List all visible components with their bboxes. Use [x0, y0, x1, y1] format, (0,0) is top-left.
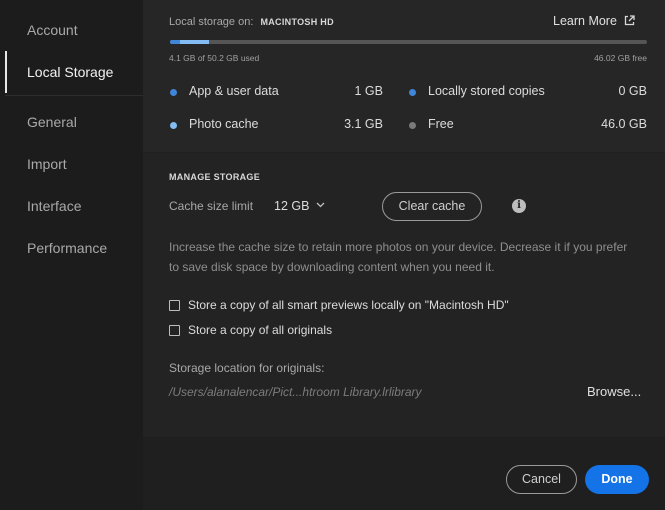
cancel-label: Cancel	[522, 472, 561, 486]
cache-size-label: Cache size limit	[169, 199, 254, 213]
sidebar-item-interface[interactable]: Interface	[0, 185, 143, 227]
external-link-icon	[625, 15, 636, 26]
sidebar-item-general[interactable]: General	[0, 101, 143, 143]
sidebar-item-label: General	[27, 114, 77, 130]
sidebar-item-label: Local Storage	[27, 64, 114, 80]
sidebar-item-import[interactable]: Import	[0, 143, 143, 185]
done-label: Done	[601, 472, 633, 486]
smart-previews-label: Store a copy of all smart previews local…	[188, 298, 509, 312]
browse-button[interactable]: Browse...	[587, 384, 641, 399]
storage-used-text: 4.1 GB of 50.2 GB used	[169, 53, 260, 63]
cache-description-line-2: to save disk space by downloading conten…	[169, 260, 495, 274]
legend-value-photo-cache: 3.1 GB	[344, 117, 383, 131]
clear-cache-label: Clear cache	[398, 199, 466, 213]
sidebar-item-label: Account	[27, 22, 78, 38]
legend-dot-photo-cache	[170, 122, 177, 129]
legend-label-photo-cache: Photo cache	[189, 117, 259, 131]
storage-free-text: 46.02 GB free	[594, 53, 647, 63]
legend-value-free: 46.0 GB	[601, 117, 647, 131]
done-button[interactable]: Done	[585, 465, 649, 494]
sidebar-item-performance[interactable]: Performance	[0, 227, 143, 269]
sidebar-item-account[interactable]: Account	[0, 9, 143, 51]
storage-bar-segment-cache	[179, 40, 210, 44]
storage-label: Local storage on: MACINTOSH HD	[169, 16, 334, 28]
legend-dot-local-copies	[409, 89, 416, 96]
legend-value-local-copies: 0 GB	[618, 84, 648, 98]
learn-more-link[interactable]: Learn More	[553, 14, 636, 28]
legend-label-free: Free	[428, 117, 454, 131]
sidebar-item-label: Performance	[27, 240, 108, 256]
info-icon[interactable]: i	[512, 199, 526, 213]
storage-label-text: Local storage on:	[169, 16, 254, 28]
sidebar-item-label: Interface	[27, 198, 82, 214]
legend-label-local-copies: Locally stored copies	[428, 84, 545, 98]
storage-location-label: Storage location for originals:	[169, 361, 325, 375]
cancel-button[interactable]: Cancel	[506, 465, 577, 494]
legend-dot-free	[409, 122, 416, 129]
learn-more-label: Learn More	[553, 14, 617, 28]
legend-value-app: 1 GB	[354, 84, 384, 98]
storage-drive-name: MACINTOSH HD	[260, 17, 334, 27]
cache-size-value: 12 GB	[274, 199, 310, 213]
manage-storage-heading: MANAGE STORAGE	[169, 172, 261, 182]
legend-label-app: App & user data	[189, 84, 279, 98]
cache-size-select[interactable]: 12 GB	[274, 199, 325, 213]
originals-checkbox[interactable]	[169, 325, 180, 336]
storage-usage-bar	[170, 40, 647, 44]
smart-previews-checkbox[interactable]	[169, 300, 180, 311]
storage-location-path: /Users/alanalencar/Pict...htroom Library…	[169, 385, 422, 399]
storage-bar-segment-app	[170, 40, 180, 44]
sidebar-item-local-storage[interactable]: Local Storage	[0, 51, 143, 93]
chevron-down-icon	[316, 202, 325, 208]
sidebar-divider	[5, 95, 143, 96]
legend-dot-app	[170, 89, 177, 96]
originals-label: Store a copy of all originals	[188, 323, 333, 337]
sidebar: Account Local Storage General Import Int…	[0, 0, 143, 510]
cache-description-line-1: Increase the cache size to retain more p…	[169, 240, 628, 254]
clear-cache-button[interactable]: Clear cache	[382, 192, 482, 221]
sidebar-item-label: Import	[27, 156, 67, 172]
